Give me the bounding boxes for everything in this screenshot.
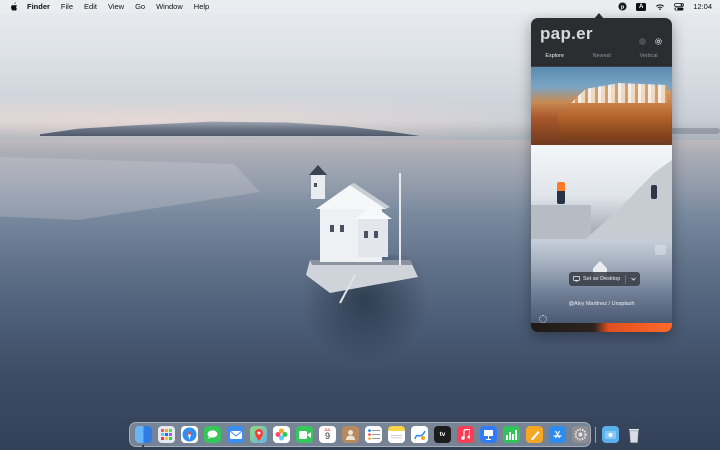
maps-icon[interactable] — [250, 426, 267, 443]
monitor-icon — [573, 276, 580, 282]
menu-window[interactable]: Window — [156, 2, 183, 11]
popover-tabs: Explore Newest Vertical — [531, 52, 672, 69]
notes-icon[interactable] — [388, 426, 405, 443]
finder-icon[interactable] — [135, 426, 152, 447]
downloads-folder-icon[interactable] — [602, 426, 619, 443]
menu-file[interactable]: File — [61, 2, 73, 11]
menu-bar: Finder File Edit View Go Window Help p A… — [0, 0, 720, 13]
thumbnail-figure-shape — [651, 185, 657, 199]
calendar-date: 9 — [324, 431, 330, 441]
freeform-icon[interactable] — [411, 426, 428, 443]
menu-bar-extras: p A 12:04 — [617, 0, 712, 13]
loading-spinner-icon — [539, 315, 547, 323]
menu-go[interactable]: Go — [135, 2, 145, 11]
menu-clock[interactable]: 12:04 — [693, 2, 712, 11]
numbers-icon[interactable] — [503, 426, 520, 443]
tab-newest[interactable]: Newest — [590, 52, 614, 66]
paper-logo: pap.er — [540, 24, 593, 43]
menu-edit[interactable]: Edit — [84, 2, 97, 11]
photo-credit[interactable]: @Alvy Martinez / Unsplash — [531, 301, 672, 307]
wallpaper-house — [306, 165, 418, 304]
dock-separator — [595, 426, 596, 443]
thumbnail-town-shape — [571, 83, 667, 103]
thumbnail-ramp-shape — [579, 155, 672, 239]
wallpaper-thumbnail[interactable] — [531, 323, 672, 332]
contacts-icon[interactable] — [342, 426, 359, 443]
wallpaper-thumbnail-hovered[interactable]: Set as Desktop @Alvy Martinez / Unsplash — [531, 239, 672, 323]
launchpad-icon[interactable] — [158, 426, 175, 443]
gear-icon[interactable] — [654, 37, 663, 46]
wallpaper-thumbnail[interactable] — [531, 145, 672, 239]
tab-vertical[interactable]: Vertical — [637, 52, 661, 66]
wifi-icon[interactable] — [655, 2, 665, 11]
facetime-icon[interactable] — [296, 426, 313, 443]
dock: JUL 9 tv — [129, 422, 639, 447]
music-icon[interactable] — [457, 426, 474, 443]
system-settings-icon[interactable] — [572, 426, 589, 443]
pages-icon[interactable] — [526, 426, 543, 443]
apple-tv-icon[interactable]: tv — [434, 426, 451, 443]
set-as-desktop-button[interactable]: Set as Desktop — [569, 272, 641, 286]
photos-icon[interactable] — [273, 426, 290, 443]
menu-app-name[interactable]: Finder — [27, 2, 50, 11]
mail-icon[interactable] — [227, 426, 244, 443]
apple-menu-icon[interactable] — [9, 1, 19, 12]
thumbnail-shadow-shape — [531, 205, 591, 239]
calendar-icon[interactable]: JUL 9 — [319, 426, 336, 443]
chevron-down-icon[interactable] — [631, 277, 637, 281]
menu-view[interactable]: View — [108, 2, 124, 11]
paper-popover: pap.er Explore Newest Vertical Set as De… — [531, 18, 672, 332]
paper-app-icon[interactable]: p — [617, 2, 627, 11]
trash-icon[interactable] — [625, 426, 642, 443]
reminders-icon[interactable] — [365, 426, 382, 443]
set-as-desktop-label: Set as Desktop — [583, 276, 621, 282]
wallpaper-thumbnail[interactable] — [531, 67, 672, 145]
status-dot-icon[interactable] — [639, 38, 646, 45]
running-indicator — [142, 445, 144, 447]
menu-help[interactable]: Help — [194, 2, 209, 11]
button-separator — [625, 274, 627, 284]
apple-tv-label: tv — [439, 431, 446, 438]
more-options-icon[interactable] — [655, 245, 666, 255]
control-center-icon[interactable] — [674, 2, 685, 11]
safari-icon[interactable] — [181, 426, 198, 443]
input-source-icon[interactable]: A — [636, 2, 647, 11]
keynote-icon[interactable] — [480, 426, 497, 443]
input-source-label: A — [636, 2, 647, 11]
thumbnail-person-shape — [557, 182, 565, 204]
tab-explore[interactable]: Explore — [542, 52, 567, 69]
messages-icon[interactable] — [204, 426, 221, 443]
app-store-icon[interactable] — [549, 426, 566, 443]
